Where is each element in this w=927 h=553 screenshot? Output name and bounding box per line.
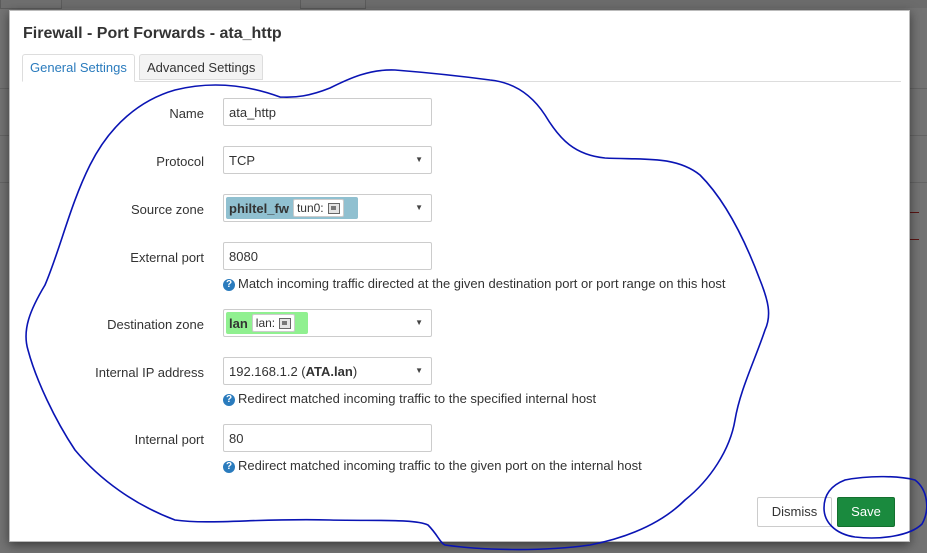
- dismiss-button[interactable]: Dismiss: [757, 497, 832, 527]
- network-device-icon: [327, 202, 340, 214]
- port-forward-dialog: Firewall - Port Forwards - ata_http Gene…: [9, 10, 910, 542]
- external-port-input[interactable]: 8080: [223, 242, 432, 270]
- external-port-help: ? Match incoming traffic directed at the …: [223, 276, 726, 291]
- chevron-down-icon: ▼: [415, 203, 423, 212]
- internal-ip-value: 192.168.1.2 (ATA.lan): [229, 364, 357, 379]
- name-value: ata_http: [229, 105, 276, 120]
- internal-ip-label: Internal IP address: [95, 365, 204, 380]
- source-zone-device-label: tun0:: [296, 201, 324, 215]
- internal-ip-help-text: Redirect matched incoming traffic to the…: [238, 391, 597, 406]
- chevron-down-icon: ▼: [415, 155, 423, 164]
- tab-advanced-settings[interactable]: Advanced Settings: [139, 54, 264, 80]
- destination-zone-device: lan:: [251, 314, 296, 332]
- internal-ip-hostname: ATA.lan: [305, 364, 353, 379]
- source-zone-device: tun0:: [292, 199, 344, 217]
- internal-ip-suffix: ): [352, 364, 358, 379]
- help-icon: ?: [223, 279, 235, 291]
- internal-ip-help: ? Redirect matched incoming traffic to th…: [223, 391, 596, 406]
- chevron-down-icon: ▼: [415, 366, 423, 375]
- source-zone-badge: philtel_fw tun0:: [226, 197, 358, 219]
- source-zone-select[interactable]: philtel_fw tun0: ▼: [223, 194, 432, 222]
- destination-zone-name: lan: [229, 315, 248, 331]
- network-device-icon: [279, 317, 292, 329]
- tab-general-settings[interactable]: General Settings: [22, 54, 135, 82]
- destination-zone-label: Destination zone: [107, 317, 204, 332]
- internal-port-label: Internal port: [134, 432, 204, 447]
- destination-zone-device-label: lan:: [255, 316, 276, 330]
- protocol-label: Protocol: [156, 154, 204, 169]
- protocol-select[interactable]: TCP ▼: [223, 146, 432, 174]
- source-zone-label: Source zone: [131, 202, 204, 217]
- external-port-label: External port: [130, 250, 204, 265]
- internal-port-help: ? Redirect matched incoming traffic to th…: [223, 458, 642, 473]
- help-icon: ?: [223, 461, 235, 473]
- source-zone-name: philtel_fw: [229, 200, 289, 216]
- protocol-value: TCP: [229, 153, 255, 168]
- external-port-help-text: Match incoming traffic directed at the g…: [238, 276, 726, 291]
- internal-port-value: 80: [229, 431, 244, 446]
- save-button[interactable]: Save: [837, 497, 895, 527]
- internal-port-input[interactable]: 80: [223, 424, 432, 452]
- dialog-tabs: General Settings Advanced Settings: [22, 54, 901, 82]
- chevron-down-icon: ▼: [415, 318, 423, 327]
- internal-ip-select[interactable]: 192.168.1.2 (ATA.lan) ▼: [223, 357, 432, 385]
- destination-zone-select[interactable]: lan lan: ▼: [223, 309, 432, 337]
- dialog-title: Firewall - Port Forwards - ata_http: [23, 25, 282, 42]
- destination-zone-badge: lan lan:: [226, 312, 308, 334]
- internal-ip-address: 192.168.1.2 (: [229, 364, 306, 379]
- external-port-value: 8080: [229, 249, 258, 264]
- name-label: Name: [169, 106, 204, 121]
- help-icon: ?: [223, 394, 235, 406]
- internal-port-help-text: Redirect matched incoming traffic to the…: [238, 458, 642, 473]
- name-input[interactable]: ata_http: [223, 98, 432, 126]
